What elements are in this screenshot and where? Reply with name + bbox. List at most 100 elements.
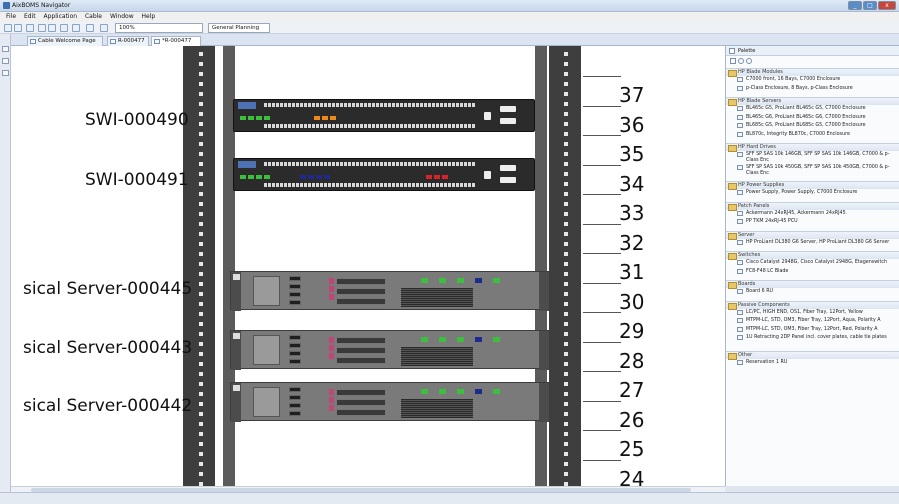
forward-icon[interactable] <box>48 24 56 32</box>
palette-header: Palette <box>726 46 899 56</box>
switch-device[interactable] <box>233 99 535 132</box>
save-icon[interactable] <box>4 24 12 32</box>
back-icon[interactable] <box>38 24 46 32</box>
component-icon <box>737 106 743 111</box>
zoom-select[interactable]: 100% <box>115 23 203 33</box>
palette-item[interactable]: Board 6 RU <box>736 289 899 295</box>
palette-group-header[interactable]: Passive Components <box>726 300 899 310</box>
palette-item[interactable]: C7000 front, 16 Bays, C7000 Enclosure <box>736 77 899 83</box>
server-device[interactable] <box>230 382 550 422</box>
palette-group-header[interactable]: HP Power Supplies <box>726 181 899 190</box>
palette-group-header[interactable]: HP Blade Servers <box>726 97 899 106</box>
palette-group-header[interactable]: HP Hard Drives <box>726 143 899 152</box>
palette-tools <box>726 56 899 66</box>
arrange-icon[interactable] <box>100 24 108 32</box>
unit-divider <box>583 371 621 372</box>
palette-item[interactable]: 1U Retracting 2DP Panel incl. cover plat… <box>736 335 899 341</box>
component-icon <box>737 260 743 265</box>
palette-group-header[interactable]: Patch Panels <box>726 201 899 211</box>
link-icon[interactable] <box>60 24 68 32</box>
zoom-out-tool-icon[interactable] <box>746 58 752 64</box>
palette-item[interactable]: p-Class Enclosure, 8 Bays, p-Class Enclo… <box>736 85 899 92</box>
rail-hole <box>199 332 203 336</box>
menu-file[interactable]: File <box>6 12 16 22</box>
maximize-button[interactable]: □ <box>863 1 877 10</box>
palette-item[interactable]: BL465c G6, ProLiant BL465c G6, C7000 Enc… <box>736 114 899 121</box>
rail-hole <box>199 362 203 366</box>
drive-bay <box>289 351 301 356</box>
rail-hole <box>564 232 568 236</box>
menu-help[interactable]: Help <box>142 12 156 22</box>
pin-icon[interactable] <box>2 46 9 52</box>
palette-item[interactable]: MTPM-LC, STD, OM3, Fiber Tray, 12Port, R… <box>736 326 899 333</box>
rail-hole <box>199 122 203 126</box>
palette-item[interactable]: PP TKM 24xRJ-45 PCU <box>736 219 899 225</box>
rail-hole <box>199 462 203 466</box>
menu-bar: File Edit Application Cable Window Help <box>0 12 899 22</box>
palette-item[interactable]: Cisco Catalyst 2948G, Cisco Catalyst 294… <box>736 260 899 266</box>
rail-hole <box>199 402 203 406</box>
palette-item-label: MTPM-LC, STD, OM3, Fiber Tray, 12Port, A… <box>746 318 881 323</box>
menu-edit[interactable]: Edit <box>24 12 36 22</box>
palette-item[interactable]: Power Supply, Power Supply, C7000 Enclos… <box>736 190 899 196</box>
palette-group-header[interactable]: Boards <box>726 280 899 289</box>
switch-device[interactable] <box>233 158 535 191</box>
palette-item[interactable]: MTPM-LC, STD, OM3, Fiber Tray, 12Port, A… <box>736 318 899 324</box>
palette-item-label: Reservation 1 RU <box>746 360 788 365</box>
select-tool-icon[interactable] <box>730 58 736 64</box>
palette-item[interactable]: SFF SP SAS 10k 450GB, SFF SP SAS 10k 450… <box>736 165 899 177</box>
rack-unit-number: 36 <box>619 112 645 137</box>
server-device[interactable] <box>230 271 550 311</box>
palette-item[interactable]: SFF SP SAS 10k 146GB, SFF SP SAS 10k 146… <box>736 152 899 164</box>
palette-group-header[interactable]: Server <box>726 230 899 240</box>
rail-hole <box>199 162 203 166</box>
palette-item[interactable]: LC/PC, HIGH END, OS1, Fiber Tray, 12Port… <box>736 309 899 316</box>
tree-view-icon[interactable] <box>2 58 9 64</box>
palette-item[interactable]: BL685c G5, ProLiant BL685c G5, C7000 Enc… <box>736 123 899 129</box>
rack-icon <box>154 39 160 44</box>
palette-item[interactable]: HP ProLiant DL380 G6 Server, HP ProLiant… <box>736 239 899 246</box>
grid-icon[interactable] <box>86 24 94 32</box>
palette-group-header[interactable]: Switches <box>726 251 899 260</box>
minimize-button[interactable]: _ <box>848 1 862 10</box>
tab-r-000477[interactable]: R-000477 <box>107 36 149 46</box>
rail-hole <box>199 92 203 96</box>
palette-group-header[interactable]: Other <box>726 351 899 360</box>
palette-item[interactable]: BL870c, Integrity BL870c, C7000 Enclosur… <box>736 131 899 138</box>
palette-item[interactable]: Ackermann 24xRJ45, Ackermann 24xRJ45 <box>736 210 899 217</box>
palette-item-label: PP TKM 24xRJ-45 PCU <box>746 219 798 224</box>
palette-item-label: BL465c G5, ProLiant BL465c G5, C7000 Enc… <box>746 106 866 111</box>
palette-group-header[interactable]: HP Blade Modules <box>726 68 899 77</box>
print-icon[interactable] <box>26 24 34 32</box>
rail-hole <box>199 322 203 326</box>
menu-application[interactable]: Application <box>44 12 78 22</box>
server-device[interactable] <box>230 330 550 370</box>
planning-mode-select[interactable]: General Planning <box>208 23 270 33</box>
left-side-strip <box>0 34 11 492</box>
rack-canvas[interactable]: 373635343332313029282726252423 SWI-00049… <box>11 46 725 486</box>
tab-r-000477-dirty[interactable]: *R-000477 <box>151 36 201 46</box>
layout-icon[interactable] <box>72 24 80 32</box>
rail-hole <box>564 102 568 106</box>
rack-unit-number: 26 <box>619 407 645 432</box>
hp-badge-icon <box>233 385 240 391</box>
rail-hole <box>564 342 568 346</box>
save-all-icon[interactable] <box>14 24 22 32</box>
rail-hole <box>199 262 203 266</box>
menu-cable[interactable]: Cable <box>85 12 102 22</box>
rail-hole <box>564 412 568 416</box>
palette-item[interactable]: FC8-F48 LC Blade <box>736 268 899 275</box>
uplink-port <box>484 171 491 179</box>
unit-divider <box>583 194 621 195</box>
palette-item[interactable]: BL465c G5, ProLiant BL465c G5, C7000 Enc… <box>736 106 899 112</box>
drive-bay <box>289 395 301 400</box>
zoom-in-tool-icon[interactable] <box>738 58 744 64</box>
component-icon <box>737 210 743 216</box>
menu-window[interactable]: Window <box>110 12 134 22</box>
palette-item[interactable]: Reservation 1 RU <box>736 360 899 366</box>
close-button[interactable]: x <box>878 1 896 10</box>
tab-cable-welcome[interactable]: Cable Welcome Page <box>27 36 103 46</box>
component-icon <box>737 114 743 120</box>
rail-hole <box>564 382 568 386</box>
outline-icon[interactable] <box>2 70 9 76</box>
